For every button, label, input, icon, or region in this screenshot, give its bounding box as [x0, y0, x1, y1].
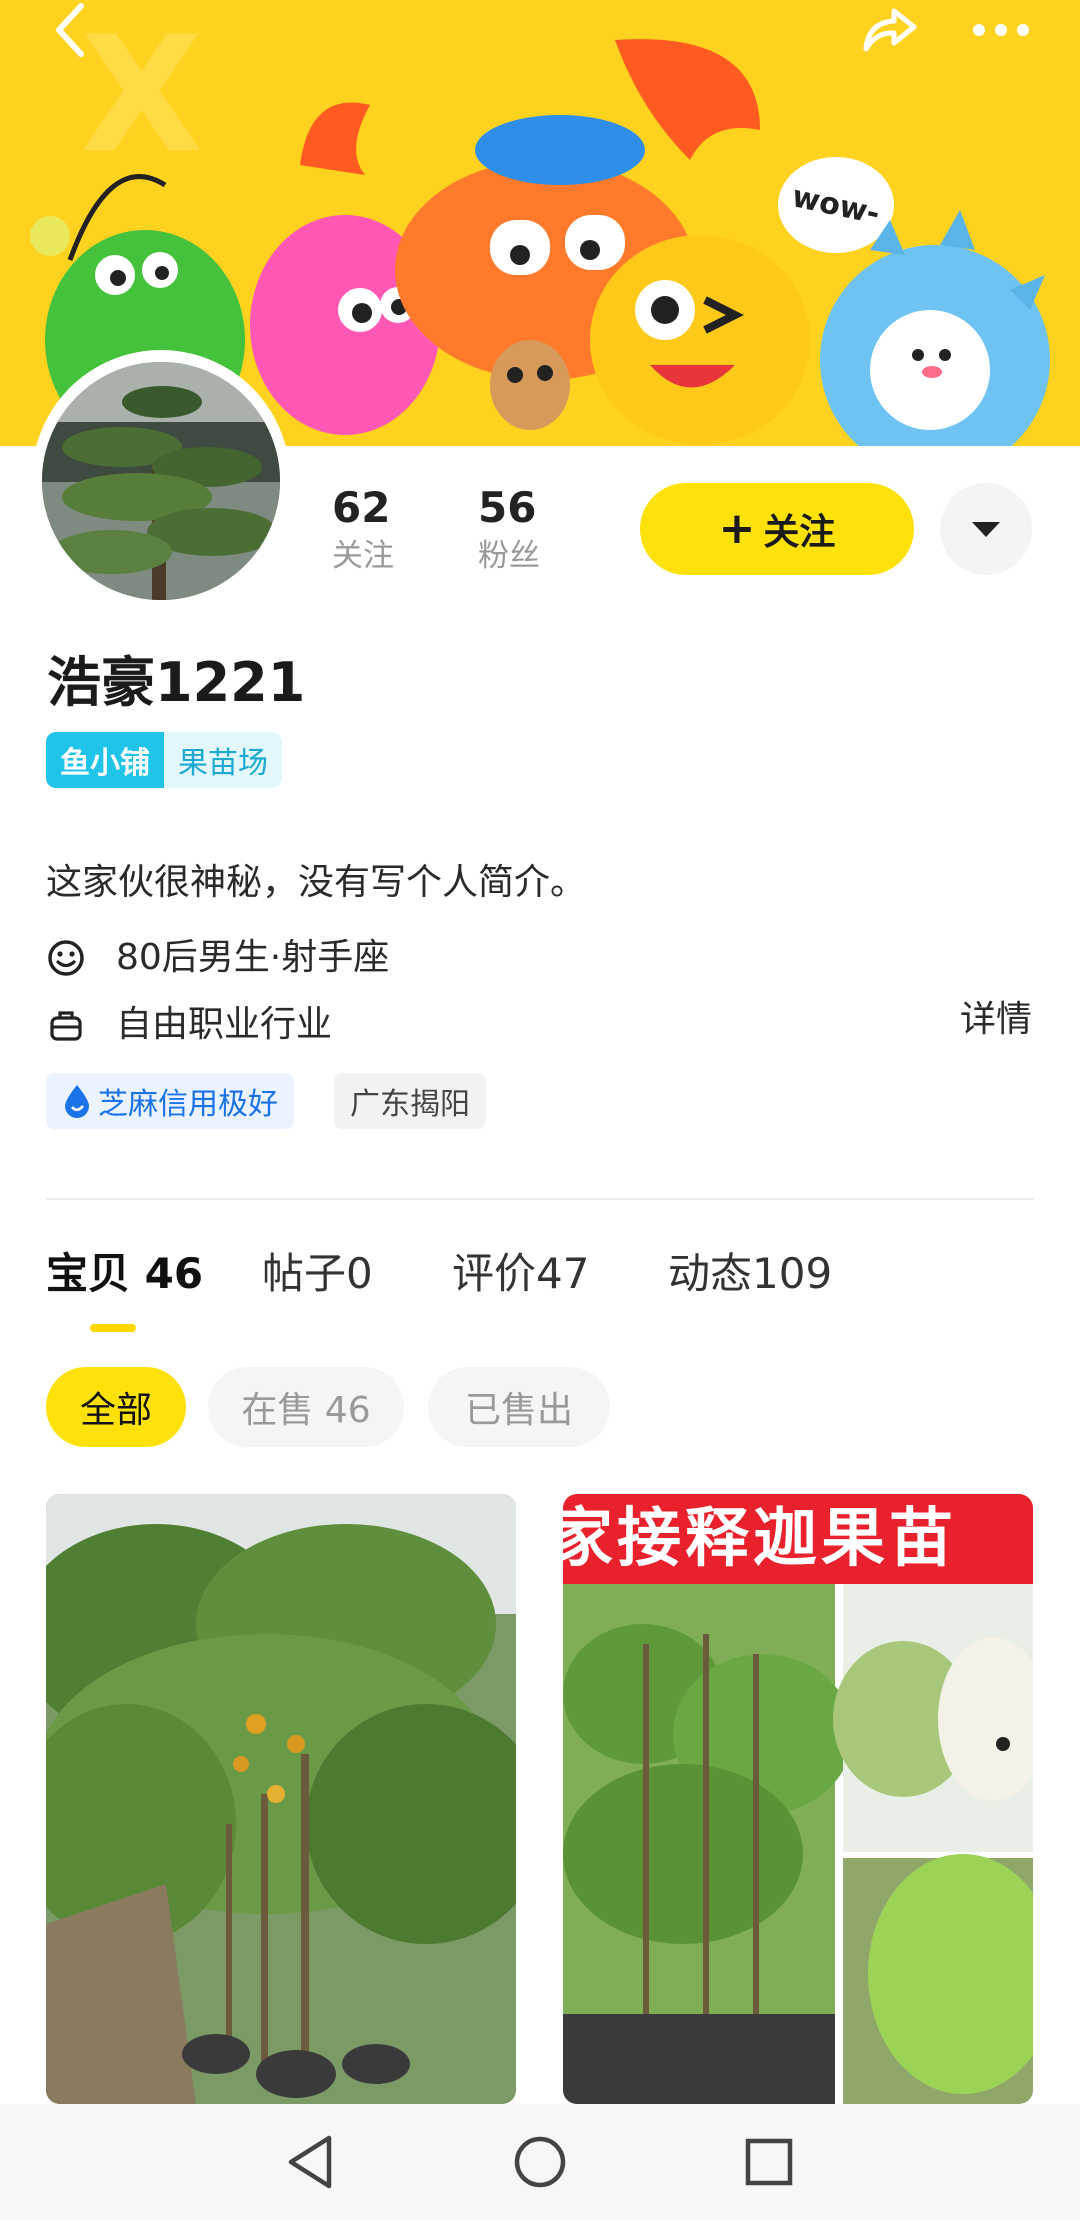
credit-badge-label: 芝麻信用极好 [98, 1087, 278, 1122]
tab-activity-count: 109 [752, 1249, 833, 1298]
nav-back-button[interactable] [280, 2132, 340, 2192]
following-stat[interactable]: 62 关注 [332, 482, 394, 578]
shop-tag-name: 果苗场 [164, 732, 282, 788]
location-chip: 广东揭阳 [334, 1073, 486, 1129]
followers-stat[interactable]: 56 粉丝 [478, 482, 540, 578]
tab-reviews-label: 评价 [452, 1249, 537, 1298]
section-divider [46, 1198, 1034, 1200]
credit-badge[interactable]: 芝麻信用极好 [46, 1073, 294, 1129]
occupation-text: 自由职业行业 [116, 1004, 333, 1045]
demographic-row: 80后男生·射手座 [46, 933, 389, 983]
avatar-bonsai-photo [42, 362, 280, 600]
following-count: 62 [332, 483, 391, 532]
nav-recents-button[interactable] [739, 2132, 799, 2192]
shop-tag[interactable]: 鱼小铺 果苗场 [46, 732, 282, 788]
filter-all[interactable]: 全部 [46, 1367, 186, 1447]
caret-down-icon [972, 522, 1000, 537]
tab-posts-label: 帖子 [262, 1249, 347, 1298]
share-button[interactable] [858, 0, 922, 60]
more-button[interactable] [968, 0, 1034, 60]
active-tab-indicator [90, 1324, 136, 1332]
more-dots-icon [973, 24, 1029, 36]
avatar[interactable] [42, 362, 280, 600]
occupation-row: 自由职业行业 [46, 1000, 332, 1050]
tab-activity-label: 动态 [668, 1249, 753, 1298]
sesame-credit-icon [65, 1085, 89, 1118]
nav-home-button[interactable] [510, 2132, 570, 2192]
svg-text:X: X [80, 1, 203, 188]
bio-text: 这家伙很神秘，没有写个人简介。 [46, 862, 587, 903]
demographic-text: 80后男生·射手座 [116, 937, 390, 978]
tab-reviews-count: 47 [536, 1249, 590, 1298]
briefcase-icon [50, 1011, 82, 1041]
following-label: 关注 [332, 538, 394, 574]
followers-label: 粉丝 [478, 538, 540, 574]
nav-home-icon [514, 2136, 566, 2188]
tab-posts-count: 0 [346, 1249, 373, 1298]
followers-count: 56 [478, 483, 537, 532]
filter-on-sale[interactable]: 在售 46 [208, 1367, 404, 1447]
tab-items-count: 46 [144, 1249, 204, 1298]
fruit-tree-nursery-photo [46, 1494, 516, 2104]
custard-apple-seedling-photo [563, 1494, 1033, 2104]
filter-sold[interactable]: 已售出 [428, 1367, 610, 1447]
tab-items[interactable]: 宝贝 46 [46, 1246, 203, 1302]
nav-back-icon [288, 2135, 332, 2189]
follow-button-label: 关注 [763, 512, 836, 553]
back-arrow-icon [56, 3, 84, 57]
tab-activity[interactable]: 动态109 [668, 1246, 832, 1302]
product-card[interactable] [46, 1494, 516, 2104]
back-button[interactable] [44, 0, 94, 60]
follow-button[interactable]: + 关注 [640, 483, 914, 575]
product-image-caption: 家接释迦果苗 [563, 1494, 1033, 1584]
nav-recents-icon [745, 2138, 793, 2186]
shop-tag-prefix: 鱼小铺 [46, 732, 164, 788]
share-icon [863, 8, 917, 52]
product-card[interactable]: 家接释迦果苗 [563, 1494, 1033, 2104]
username: 浩豪1221 [47, 651, 306, 714]
tab-reviews[interactable]: 评价47 [452, 1246, 589, 1302]
system-nav-bar [0, 2104, 1080, 2220]
more-options-button[interactable] [940, 483, 1032, 575]
plus-icon: + [718, 503, 756, 554]
tab-posts[interactable]: 帖子0 [262, 1246, 373, 1302]
detail-link[interactable]: 详情 [960, 995, 1032, 1045]
smiley-icon [48, 940, 84, 976]
tab-items-label: 宝贝 [46, 1249, 131, 1298]
